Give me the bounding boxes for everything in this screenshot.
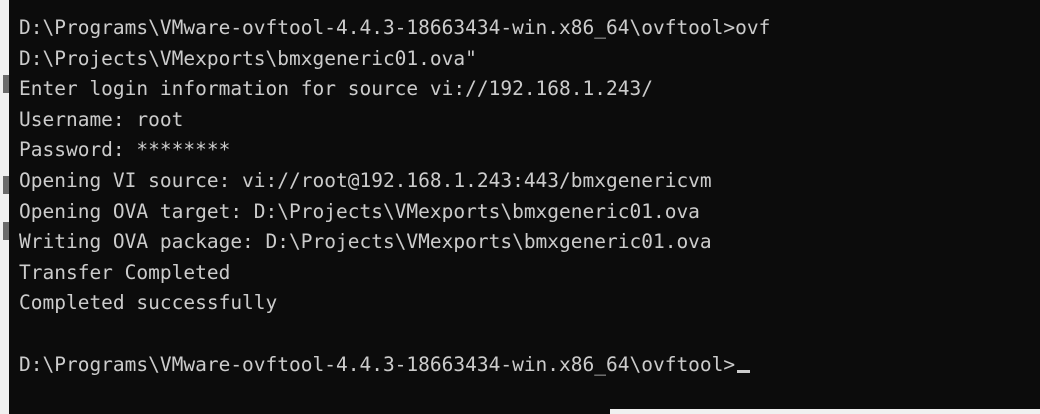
window-bottom-edge [610, 409, 1040, 414]
console-output: D:\Programs\VMware-ovftool-4.4.3-1866343… [19, 13, 770, 380]
text-cursor [737, 369, 751, 373]
window-left-edge [0, 0, 9, 414]
console-line: D:\Projects\VMexports\bmxgeneric01.ova" [19, 46, 477, 70]
console-line: D:\Programs\VMware-ovftool-4.4.3-1866343… [19, 16, 771, 39]
console-line: Completed successfully [19, 291, 278, 315]
console-line: Password: ******** [19, 138, 231, 162]
edge-marker [3, 75, 9, 93]
console-line: Writing OVA package: D:\Projects\VMexpor… [19, 230, 712, 254]
edge-marker [3, 222, 9, 240]
edge-marker [3, 176, 9, 194]
command-prompt: D:\Programs\VMware-ovftool-4.4.3-1866343… [19, 352, 736, 376]
console-line: Enter login information for source vi://… [19, 77, 653, 101]
console-line: Opening VI source: vi://root@192.168.1.2… [19, 168, 712, 192]
console-line: Opening OVA target: D:\Projects\VMexport… [19, 199, 700, 223]
prompt-line[interactable]: D:\Programs\VMware-ovftool-4.4.3-1866343… [19, 350, 770, 381]
console-line: Transfer Completed [19, 260, 231, 284]
console-window[interactable]: D:\Programs\VMware-ovftool-4.4.3-1866343… [0, 0, 1040, 414]
console-line: Username: root [19, 107, 184, 131]
